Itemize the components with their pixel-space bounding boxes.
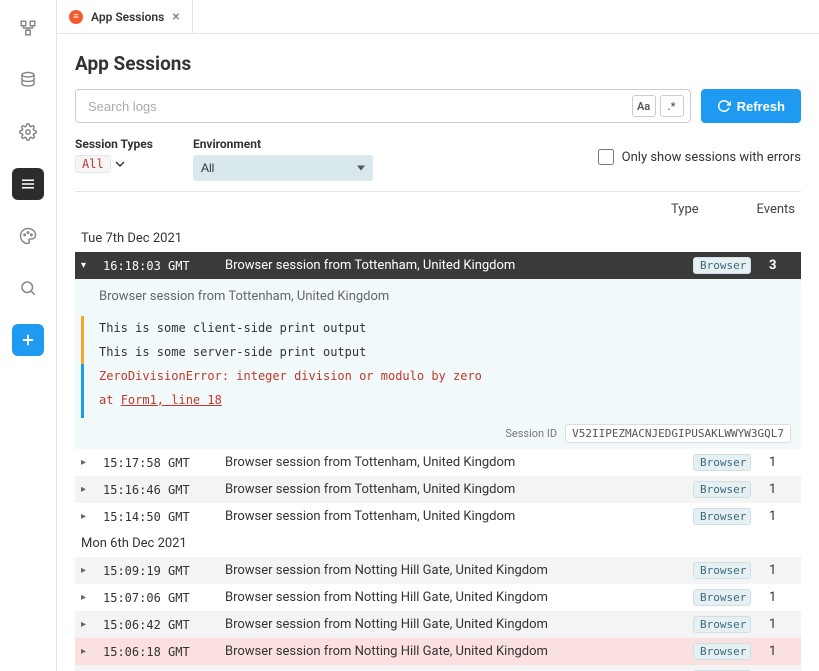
palette-icon[interactable] [12, 220, 44, 252]
add-button[interactable] [12, 324, 44, 356]
sidebar [0, 0, 57, 671]
session-desc: Browser session from Notting Hill Gate, … [225, 590, 681, 605]
session-time: 15:07:06 GMT [103, 591, 213, 605]
event-count: 1 [763, 455, 795, 470]
session-row[interactable]: ▸ 15:09:19 GMT Browser session from Nott… [75, 557, 801, 584]
errors-only-input[interactable] [598, 149, 614, 165]
event-count: 1 [763, 644, 795, 659]
date-header: Mon 6th Dec 2021 [75, 530, 801, 557]
date-header: Tue 7th Dec 2021 [75, 225, 801, 252]
search-icon[interactable] [12, 272, 44, 304]
session-row[interactable]: ▸ 15:06:42 GMT Browser session from Nott… [75, 611, 801, 638]
detail-title: Browser session from Tottenham, United K… [99, 289, 787, 304]
tabbar: ≡ App Sessions × [57, 0, 819, 34]
case-sensitive-toggle[interactable]: Aa [632, 95, 656, 117]
session-desc: Browser session from Tottenham, United K… [225, 455, 681, 470]
session-types-dropdown[interactable]: All [75, 155, 153, 173]
chevron-right-icon: ▸ [81, 646, 91, 657]
errors-only-label: Only show sessions with errors [622, 150, 801, 165]
type-badge: Browser [693, 257, 751, 274]
type-badge: Browser [693, 508, 751, 525]
session-time: 15:14:50 GMT [103, 510, 213, 524]
type-badge: Browser [693, 562, 751, 579]
tab-app-sessions[interactable]: ≡ App Sessions × [57, 0, 193, 33]
chevron-down-icon [115, 159, 125, 169]
session-row[interactable]: ▸ 15:07:06 GMT Browser session from Nott… [75, 584, 801, 611]
page-title: App Sessions [75, 52, 801, 75]
database-icon[interactable] [12, 64, 44, 96]
session-id-row: Session ID V52IIPEZMACNJEDGIPUSAKLWWYW3G… [75, 418, 801, 449]
event-count: 1 [763, 482, 795, 497]
environment-dropdown[interactable]: All [193, 155, 373, 181]
session-desc: Browser session from Tottenham, United K… [225, 509, 681, 524]
tab-label: App Sessions [91, 10, 164, 24]
log-line: This is some client-side print output [99, 318, 787, 338]
session-row[interactable]: ▸ 15:14:50 GMT Browser session from Tott… [75, 503, 801, 530]
regex-toggle[interactable]: .* [660, 95, 684, 117]
event-count: 1 [763, 509, 795, 524]
gear-icon[interactable] [12, 116, 44, 148]
session-id-value[interactable]: V52IIPEZMACNJEDGIPUSAKLWWYW3GQL7 [565, 424, 791, 443]
session-row[interactable]: ▸ 15:05:43 GMT Browser session from Nott… [75, 665, 801, 671]
session-desc: Browser session from Notting Hill Gate, … [225, 563, 681, 578]
session-id-label: Session ID [505, 427, 557, 440]
search-input[interactable] [88, 99, 628, 114]
refresh-button[interactable]: Refresh [701, 89, 801, 123]
type-badge: Browser [693, 643, 751, 660]
session-time: 15:16:46 GMT [103, 483, 213, 497]
stack-icon: ≡ [69, 10, 83, 24]
session-time: 16:18:03 GMT [103, 259, 213, 273]
session-time: 15:17:58 GMT [103, 456, 213, 470]
session-desc: Browser session from Notting Hill Gate, … [225, 617, 681, 632]
errors-only-checkbox[interactable]: Only show sessions with errors [598, 149, 801, 165]
event-count: 3 [763, 258, 795, 273]
session-row[interactable]: ▸ 15:17:58 GMT Browser session from Tott… [75, 449, 801, 476]
refresh-label: Refresh [737, 99, 785, 114]
session-desc: Browser session from Tottenham, United K… [225, 258, 681, 273]
session-time: 15:06:42 GMT [103, 618, 213, 632]
error-line: ZeroDivisionError: integer division or m… [99, 366, 787, 386]
session-time: 15:06:18 GMT [103, 645, 213, 659]
close-icon[interactable]: × [172, 9, 179, 25]
log-line: This is some server-side print output [99, 342, 787, 362]
search-field[interactable]: Aa .* [75, 89, 691, 123]
logs-icon[interactable] [12, 168, 44, 200]
session-time: 15:09:19 GMT [103, 564, 213, 578]
session-row[interactable]: ▸ 15:16:46 GMT Browser session from Tott… [75, 476, 801, 503]
type-badge: Browser [693, 481, 751, 498]
session-row-expanded[interactable]: ▾ 16:18:03 GMT Browser session from Tott… [75, 252, 801, 279]
chevron-right-icon: ▸ [81, 457, 91, 468]
session-desc: Browser session from Tottenham, United K… [225, 482, 681, 497]
environment-label: Environment [193, 137, 373, 151]
session-desc: Browser session from Notting Hill Gate, … [225, 644, 681, 659]
chevron-down-icon: ▾ [81, 260, 91, 271]
chevron-right-icon: ▸ [81, 565, 91, 576]
event-count: 1 [763, 617, 795, 632]
type-badge: Browser [693, 616, 751, 633]
chevron-right-icon: ▸ [81, 484, 91, 495]
table-header: Type Events [75, 192, 801, 225]
column-events: Events [755, 202, 795, 217]
error-trace: at Form1, line 18 [99, 390, 787, 410]
session-types-value: All [75, 155, 111, 173]
error-source-link[interactable]: Form1, line 18 [121, 393, 222, 407]
type-badge: Browser [693, 454, 751, 471]
column-type: Type [671, 202, 731, 217]
chevron-right-icon: ▸ [81, 592, 91, 603]
session-row[interactable]: ▸ 15:06:18 GMT Browser session from Nott… [75, 638, 801, 665]
tree-icon[interactable] [12, 12, 44, 44]
type-badge: Browser [693, 589, 751, 606]
chevron-right-icon: ▸ [81, 619, 91, 630]
refresh-icon [717, 99, 731, 113]
event-count: 1 [763, 563, 795, 578]
event-count: 1 [763, 590, 795, 605]
session-types-label: Session Types [75, 137, 153, 151]
chevron-right-icon: ▸ [81, 511, 91, 522]
